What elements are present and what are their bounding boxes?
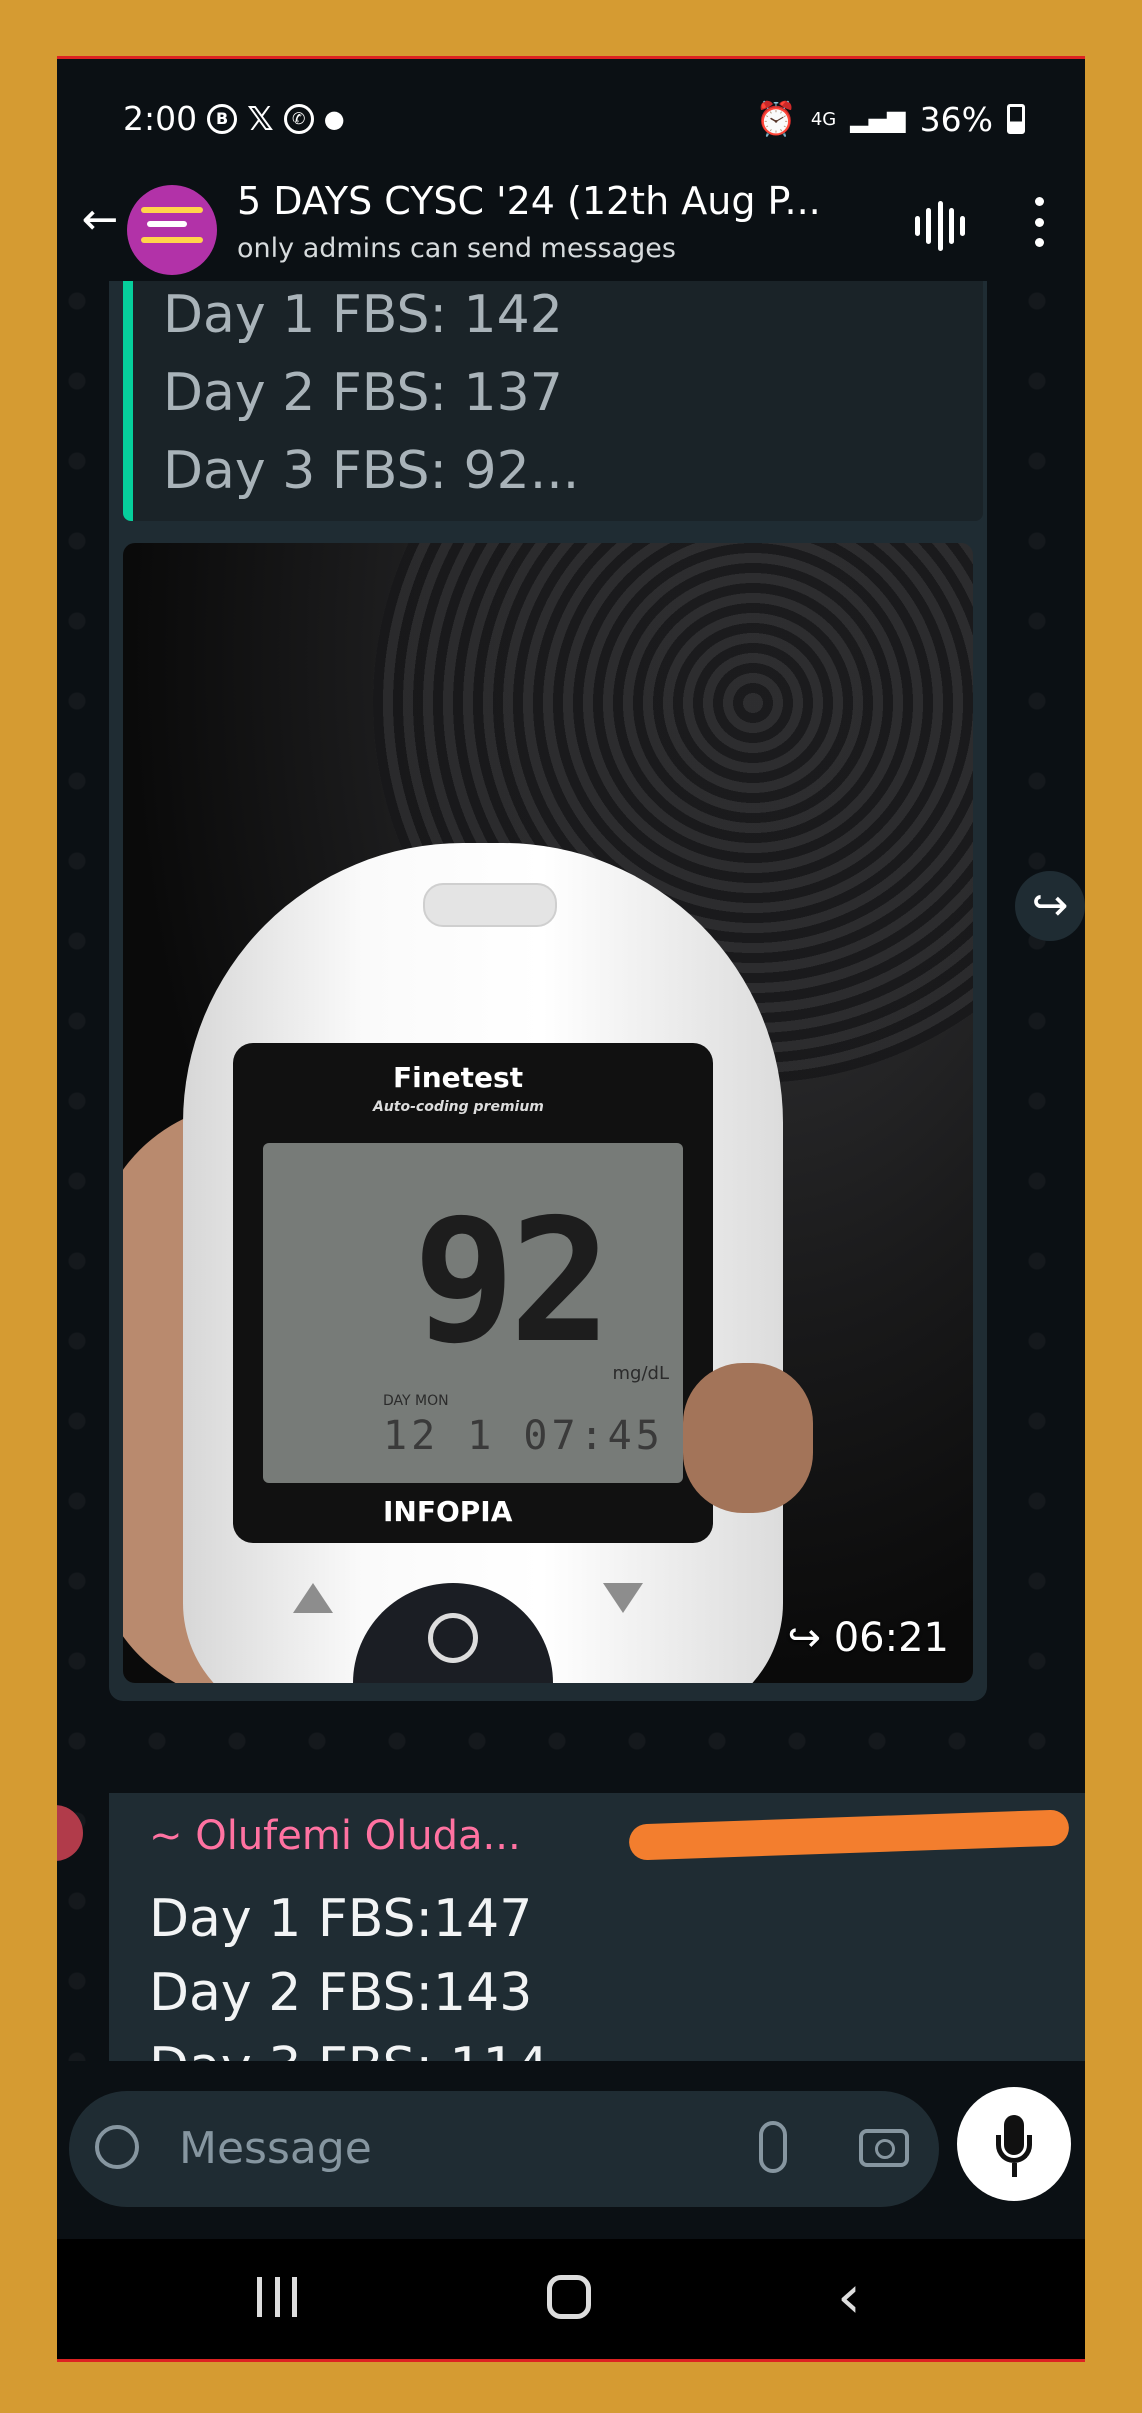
meter-screen: Finetest Auto-coding premium 92 mg/dL DA…: [233, 1043, 713, 1543]
message-time-text: 06:21: [833, 1615, 949, 1661]
glucometer-photo[interactable]: Finetest Auto-coding premium 92 mg/dL DA…: [123, 543, 973, 1683]
status-bar: 2:00 B 𝕏 ✆ ● ⏰ 4G ▂▄▆ 36%: [57, 59, 1085, 179]
signal-icon: ▂▄▆: [850, 105, 906, 133]
quoted-message[interactable]: Day 1 FBS: 142 Day 2 FBS: 137 Day 3 FBS:…: [123, 281, 983, 521]
message-placeholder[interactable]: Message: [179, 2123, 372, 2174]
message-line: Day 3 FBS: 114: [149, 2037, 549, 2061]
alarm-icon: ⏰: [755, 99, 797, 138]
sender-avatar[interactable]: [57, 1805, 83, 1861]
strip-slot: [423, 883, 557, 927]
down-arrow-icon: [603, 1583, 643, 1613]
system-nav-bar: ‹: [57, 2239, 1085, 2359]
power-icon: [428, 1613, 478, 1663]
chat-header: ← 5 DAYS CYSC '24 (12th Aug P... only ad…: [57, 169, 1085, 279]
phone-screen: 2:00 B 𝕏 ✆ ● ⏰ 4G ▂▄▆ 36% ← 5 DAYS CYSC …: [57, 56, 1085, 2362]
message-bubble[interactable]: Day 1 FBS: 142 Day 2 FBS: 137 Day 3 FBS:…: [109, 281, 987, 1701]
sticker-icon[interactable]: [95, 2125, 139, 2169]
quoted-line: Day 3 FBS: 92...: [163, 441, 580, 501]
up-arrow-icon: [293, 1583, 333, 1613]
whatsapp-icon: ✆: [283, 103, 314, 134]
meter-brand: Finetest: [393, 1061, 524, 1094]
message-line: Day 1 FBS:147: [149, 1889, 533, 1949]
nav-back-icon[interactable]: ‹: [837, 2267, 861, 2327]
home-icon[interactable]: [547, 2275, 591, 2319]
recent-apps-icon[interactable]: [257, 2277, 297, 2317]
reading-date: 12 1 07:45: [383, 1413, 664, 1459]
glucometer: Finetest Auto-coding premium 92 mg/dL DA…: [183, 843, 783, 1683]
sender-name[interactable]: ~ Olufemi Oluda...: [149, 1813, 521, 1859]
thumb: [683, 1363, 813, 1513]
message-line: Day 2 FBS:143: [149, 1963, 533, 2023]
attach-icon[interactable]: [759, 2121, 787, 2173]
x-icon: 𝕏: [247, 99, 274, 138]
quoted-line: Day 2 FBS: 137: [163, 363, 563, 423]
chat-area[interactable]: Day 1 FBS: 142 Day 2 FBS: 137 Day 3 FBS:…: [57, 281, 1085, 2061]
message-time: ↪ 06:21: [787, 1615, 949, 1661]
mic-button[interactable]: [957, 2087, 1071, 2201]
quoted-line: Day 1 FBS: 142: [163, 285, 563, 345]
power-button: [353, 1583, 553, 1683]
camera-icon[interactable]: [859, 2129, 909, 2167]
message-input[interactable]: Message: [69, 2091, 939, 2207]
meter-lcd: 92 mg/dL DAY MON 12 1 07:45: [263, 1143, 683, 1483]
message-bubble[interactable]: ~ Olufemi Oluda... Day 1 FBS:147 Day 2 F…: [109, 1793, 1085, 2061]
network-type: 4G: [810, 108, 837, 130]
dot-icon: ●: [323, 104, 345, 133]
battery-level: 36%: [919, 99, 993, 139]
battery-icon: [1007, 104, 1025, 134]
redacted-phone: [628, 1809, 1070, 1861]
group-subtitle: only admins can send messages: [237, 233, 676, 264]
meter-maker: INFOPIA: [383, 1495, 513, 1528]
voice-chat-icon[interactable]: [915, 201, 965, 251]
b-icon: B: [207, 103, 238, 134]
group-title[interactable]: 5 DAYS CYSC '24 (12th Aug P...: [237, 179, 821, 223]
status-right: ⏰ 4G ▂▄▆ 36%: [756, 99, 1025, 139]
status-time-group: 2:00 B 𝕏 ✆ ●: [123, 99, 345, 138]
back-arrow-icon[interactable]: ←: [75, 195, 125, 245]
more-options-icon[interactable]: [1035, 197, 1045, 247]
reading-unit: mg/dL: [612, 1363, 669, 1384]
status-time: 2:00: [123, 99, 198, 138]
composer: Message: [57, 2079, 1085, 2209]
group-avatar[interactable]: [127, 185, 217, 275]
forward-icon[interactable]: ↪: [1015, 871, 1085, 941]
meter-brand-sub: Auto-coding premium: [373, 1099, 544, 1115]
glucose-reading: 92: [413, 1183, 612, 1381]
date-label: DAY MON: [383, 1393, 449, 1409]
